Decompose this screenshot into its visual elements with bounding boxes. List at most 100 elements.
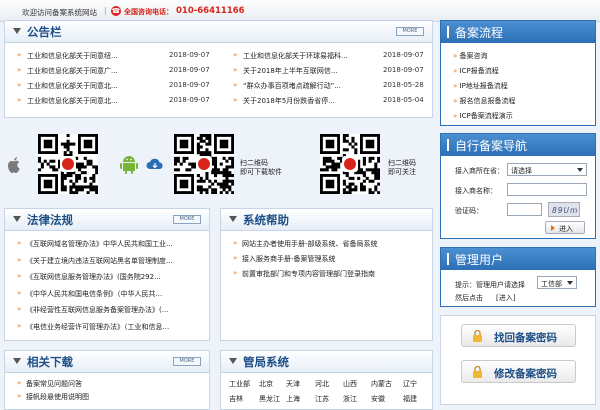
- flow-header: 备案流程: [441, 21, 595, 43]
- header-bar: [447, 139, 449, 151]
- flow-item-label[interactable]: ICP备案流程演示: [460, 112, 513, 120]
- news-date: 2018-09-07: [169, 81, 210, 89]
- enter-button[interactable]: 进入: [545, 221, 585, 234]
- list-item[interactable]: » 《关于建立境内违法互联网站黑名单管理制度...: [17, 256, 207, 268]
- flow-item[interactable]: » 备案咨询: [453, 51, 488, 61]
- list-item-label[interactable]: 接入服务商手册-备案管理系统: [242, 254, 336, 264]
- flow-item-label[interactable]: ICP报备流程: [460, 67, 499, 75]
- list-item-label[interactable]: 《非经营性互联网信息服务备案管理办法》(...: [26, 305, 168, 315]
- flow-item-label[interactable]: 报名信息报备流程: [460, 97, 516, 105]
- bureau-link[interactable]: 北京: [259, 379, 273, 389]
- android-icon: [119, 153, 139, 177]
- flow-item-label[interactable]: IP地址报备流程: [460, 82, 508, 90]
- bullet-arrow-icon: »: [17, 96, 22, 104]
- change-password-button[interactable]: 修改备案密码: [461, 360, 576, 383]
- news-title[interactable]: 关于2018年5月份跌香省停...: [243, 96, 335, 106]
- welcome-text: 欢迎访问备案系统网站: [22, 8, 97, 17]
- news-date: 2018-09-07: [169, 66, 210, 74]
- bullet-arrow-icon: »: [17, 66, 22, 74]
- collapse-triangle-icon: [13, 28, 21, 34]
- bureau-link[interactable]: 黑龙江: [259, 394, 280, 404]
- flow-item[interactable]: » IP地址报备流程: [453, 81, 508, 91]
- laws-more-button[interactable]: MORE: [173, 215, 201, 224]
- list-item[interactable]: » 备案常见问题问答: [17, 379, 207, 391]
- list-item-label[interactable]: 《电信业务经营许可管理办法》（工业和信息...: [26, 322, 169, 332]
- bullet-arrow-icon: »: [17, 239, 22, 247]
- provider-input[interactable]: [507, 183, 587, 196]
- flow-item-label[interactable]: 备案咨询: [460, 52, 488, 60]
- list-item[interactable]: » 接帆段悬使用说明图: [17, 392, 207, 404]
- list-item[interactable]: » 《中华人民共和国电信条例》（中华人民共...: [17, 289, 207, 301]
- bullet-arrow-icon: »: [17, 321, 22, 330]
- list-item-label[interactable]: 备案常见问题问答: [26, 379, 82, 389]
- list-item[interactable]: » 《非经营性互联网信息服务备案管理办法》(...: [17, 305, 207, 317]
- news-title[interactable]: 工业和信息化部关于同意广...: [27, 66, 118, 76]
- list-item-label[interactable]: 接帆段悬使用说明图: [26, 392, 89, 402]
- bureau-link[interactable]: 内蒙古: [371, 379, 392, 389]
- bureau-link[interactable]: 工业部: [229, 379, 250, 389]
- notice-more-button[interactable]: MORE: [396, 27, 424, 36]
- laws-panel: 法律法规 MORE » 《互联网域名管理办法》中华人民共和国工业... » 《关于建立…: [4, 208, 210, 341]
- laws-header: 法律法规 MORE: [5, 209, 209, 231]
- bureau-link[interactable]: 安徽: [371, 394, 385, 404]
- lock-icon: [473, 329, 482, 342]
- list-item[interactable]: » 网站主办者使用手册-部级系统、省备局系统: [233, 239, 423, 251]
- province-select[interactable]: 请选择: [507, 163, 587, 176]
- news-date: 2018-09-07: [383, 51, 424, 59]
- bullet-arrow-icon: »: [17, 379, 22, 387]
- news-date: 2018-09-07: [383, 66, 424, 74]
- scan-download-sub: 即可下载软件: [240, 168, 282, 176]
- bureau-link[interactable]: 福建: [403, 394, 417, 404]
- flow-item[interactable]: » 报名信息报备流程: [453, 96, 516, 106]
- downloads-header: 相关下载 MORE: [5, 351, 209, 373]
- change-password-label: 修改备案密码: [494, 368, 557, 380]
- apple-icon: [6, 156, 22, 176]
- captcha-text: 89Um: [552, 206, 579, 215]
- user-title: 管理用户: [455, 253, 504, 267]
- list-item-label[interactable]: 《关于建立境内违法互联网站黑名单管理制度...: [26, 256, 173, 266]
- list-item-label[interactable]: 前置审批部门和专项内容管理部门登录指南: [242, 269, 375, 279]
- captcha-image[interactable]: 89Um: [548, 202, 580, 217]
- find-password-label: 找回备案密码: [494, 332, 557, 344]
- downloads-more-button[interactable]: MORE: [173, 357, 201, 366]
- arrow-right-icon: [551, 225, 555, 231]
- bureau-link[interactable]: 河北: [315, 379, 329, 389]
- news-title[interactable]: 工业和信息化部关于同意北...: [27, 96, 118, 106]
- user-type-select[interactable]: 工信部: [537, 276, 577, 289]
- bullet-arrow-icon: »: [17, 272, 22, 280]
- province-select-value: 请选择: [511, 167, 532, 175]
- notice-title: 公告栏: [27, 25, 62, 39]
- bureau-link[interactable]: 山西: [343, 379, 357, 389]
- flow-item[interactable]: » ICP备案流程演示: [453, 111, 513, 121]
- bureau-link[interactable]: 辽宁: [403, 379, 417, 389]
- list-item[interactable]: » 《互联网域名管理办法》中华人民共和国工业...: [17, 239, 207, 251]
- news-title[interactable]: 工业和信息化部关于同意北...: [27, 81, 118, 91]
- app-download-row: 扫二维码 即可下载软件 扫二维码 即可关注: [4, 126, 433, 206]
- list-item-label[interactable]: 《互联网域名管理办法》中华人民共和国工业...: [26, 239, 173, 249]
- list-item-label[interactable]: 《互联网信息服务管理办法》(国务院292...: [26, 272, 161, 282]
- list-item[interactable]: » 接入服务商手册-备案管理系统: [233, 254, 423, 266]
- flow-item[interactable]: » ICP报备流程: [453, 66, 499, 76]
- bureau-link[interactable]: 吉林: [229, 394, 243, 404]
- find-password-button[interactable]: 找回备案密码: [461, 324, 576, 347]
- news-date: 2018-05-28: [383, 81, 424, 89]
- list-item-label[interactable]: 网站主办者使用手册-部级系统、省备局系统: [242, 239, 378, 249]
- bullet-arrow-icon: »: [17, 288, 22, 297]
- laws-title: 法律法规: [27, 213, 73, 227]
- list-item-label[interactable]: 《中华人民共和国电信条例》（中华人民共...: [26, 289, 162, 299]
- bureau-link[interactable]: 浙江: [343, 394, 357, 404]
- bureau-link[interactable]: 上海: [286, 394, 300, 404]
- news-date: 2018-05-04: [383, 96, 424, 104]
- bureau-link[interactable]: 天津: [286, 379, 300, 389]
- enter-button-label: 进入: [559, 225, 573, 233]
- list-item[interactable]: » 《电信业务经营许可管理办法》（工业和信息...: [17, 322, 207, 334]
- bureau-link[interactable]: 江苏: [315, 394, 329, 404]
- news-title[interactable]: 关于2018年上半年互联网信...: [243, 66, 338, 76]
- news-title[interactable]: “群众办事百项堵点疏解行动”...: [243, 81, 341, 91]
- captcha-input[interactable]: [507, 203, 542, 216]
- list-item[interactable]: » 前置审批部门和专项内容管理部门登录指南: [233, 269, 423, 281]
- news-title[interactable]: 工业和信息化部关于环球易福科...: [243, 51, 348, 61]
- news-title[interactable]: 工业和信息化部关于同意纽...: [27, 51, 118, 61]
- user-enter-link[interactable]: [进入]: [496, 293, 515, 303]
- list-item[interactable]: » 《互联网信息服务管理办法》(国务院292...: [17, 272, 207, 284]
